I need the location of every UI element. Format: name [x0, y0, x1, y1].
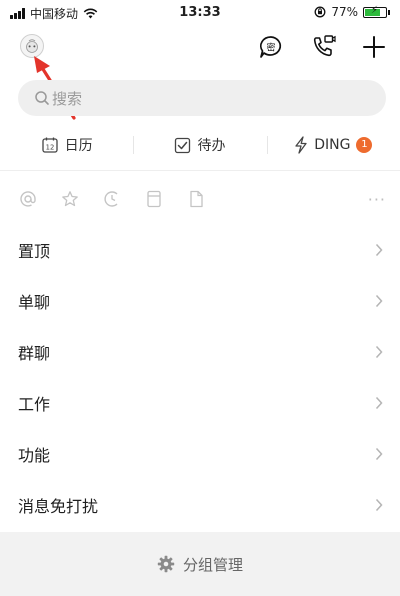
todo-shortcut[interactable]: 待办 [133, 130, 266, 160]
video-call-icon [313, 35, 336, 57]
add-button[interactable] [359, 32, 389, 62]
svg-text:12: 12 [45, 143, 54, 151]
bookmark-icon [147, 190, 161, 208]
group-management-label: 分组管理 [182, 555, 243, 574]
chevron-right-icon [375, 345, 383, 358]
star-icon [62, 191, 78, 207]
status-right: 77% ⚡ [314, 5, 390, 19]
list-item[interactable]: 群聊 [0, 326, 400, 377]
group-list: 置顶 单聊 群聊 工作 功能 消息免打扰 [0, 224, 400, 530]
secret-chat-icon: 密 [260, 36, 282, 58]
search-bar[interactable]: 搜索 [18, 80, 386, 116]
list-item[interactable]: 工作 [0, 377, 400, 428]
battery-icon: ⚡ [363, 5, 387, 18]
list-item-label: 消息免打扰 [18, 496, 99, 516]
status-bar: 中国移动 13:33 77% ⚡ [0, 0, 400, 26]
search-placeholder: 搜索 [52, 89, 83, 108]
calendar-label: 日历 [64, 138, 93, 154]
header: 密 [0, 26, 400, 120]
ding-label: DING [314, 137, 351, 153]
list-item[interactable]: 单聊 [0, 275, 400, 326]
list-item-label: 群聊 [18, 343, 51, 363]
at-filter[interactable] [18, 189, 38, 209]
battery-percent: 77% [331, 5, 358, 19]
list-item-label: 功能 [18, 445, 51, 465]
list-item[interactable]: 消息免打扰 [0, 479, 400, 530]
list-item-label: 置顶 [18, 241, 51, 261]
later-icon [104, 191, 118, 207]
list-item[interactable]: 置顶 [0, 224, 400, 275]
shortcut-bar: 12 日历 待办 DING 1 [0, 130, 400, 160]
star-filter[interactable] [60, 189, 80, 209]
filter-bar: ··· [18, 188, 386, 210]
list-item[interactable]: 功能 [0, 428, 400, 479]
svg-text:密: 密 [266, 42, 275, 54]
document-icon [190, 190, 203, 208]
list-item-label: 工作 [18, 394, 51, 414]
secret-chat-button[interactable]: 密 [256, 32, 286, 62]
chevron-right-icon [375, 294, 383, 307]
ding-shortcut[interactable]: DING 1 [266, 130, 400, 160]
video-call-button[interactable] [308, 32, 338, 62]
gear-icon [157, 555, 175, 573]
chevron-right-icon [375, 498, 383, 511]
todo-check-icon [175, 137, 191, 153]
chevron-right-icon [375, 243, 383, 256]
list-item-label: 单聊 [18, 292, 51, 312]
add-icon [363, 36, 385, 58]
calendar-icon: 12 [42, 137, 58, 153]
chevron-right-icon [375, 396, 383, 409]
chevron-right-icon [375, 447, 383, 460]
bookmark-filter[interactable] [144, 189, 164, 209]
group-management-button[interactable]: 分组管理 [0, 532, 400, 596]
at-icon [20, 191, 36, 207]
section-divider [0, 170, 400, 171]
lightning-icon [295, 136, 307, 154]
more-icon[interactable]: ··· [368, 190, 386, 209]
later-filter[interactable] [102, 189, 122, 209]
ding-badge: 1 [356, 137, 373, 153]
calendar-shortcut[interactable]: 12 日历 [0, 130, 133, 160]
battery-cap [388, 9, 390, 15]
avatar-icon [26, 39, 38, 53]
todo-label: 待办 [197, 138, 226, 154]
rotation-lock-icon [314, 6, 326, 18]
search-icon [35, 91, 49, 105]
document-filter[interactable] [186, 189, 206, 209]
